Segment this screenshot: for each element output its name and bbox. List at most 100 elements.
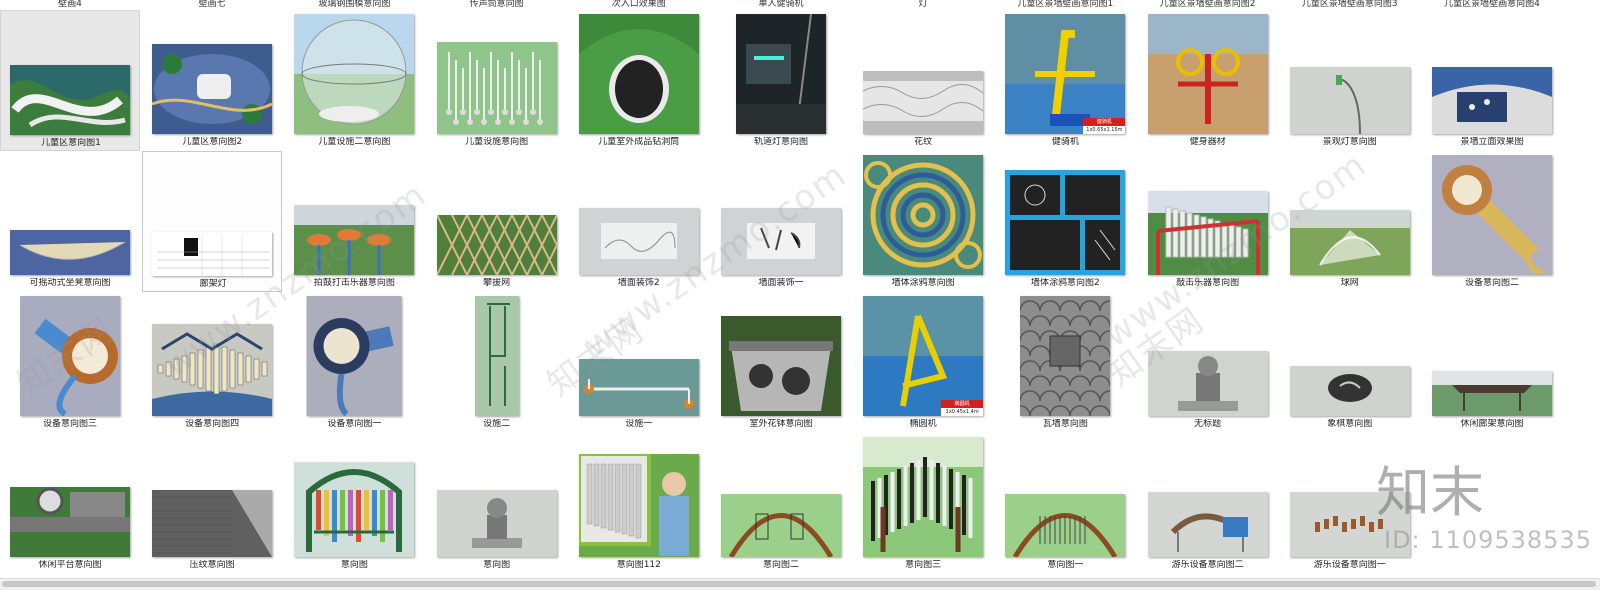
file-thumbnail[interactable]: 健身器材 bbox=[1138, 10, 1278, 151]
file-thumbnail[interactable]: 健骑机 1x0.65x1.15m 健骑机 bbox=[995, 10, 1135, 151]
header-caption: 玻璃钢围模意向图 bbox=[318, 0, 391, 9]
file-thumbnail[interactable]: 儿童区意向图2 bbox=[142, 10, 282, 151]
file-thumbnail[interactable]: 象棋意向图 bbox=[1280, 292, 1420, 433]
header-caption: 壁画4 bbox=[58, 0, 82, 9]
file-thumbnail[interactable]: 墙体涂鸦意向图 bbox=[853, 151, 993, 292]
thumbnail-image bbox=[1289, 210, 1410, 275]
file-thumbnail[interactable]: 儿童设施意向图 bbox=[427, 10, 567, 151]
header-caption: 儿童区景墙壁画意向图2 bbox=[1159, 0, 1256, 9]
thumbnail-image bbox=[1005, 494, 1126, 557]
thumbnail-image bbox=[10, 487, 130, 557]
file-thumbnail[interactable]: 墙面装饰2 bbox=[569, 151, 709, 292]
spec-badge-size: 1x0.45x1.4m bbox=[945, 409, 979, 415]
spec-badge-size: 1x0.65x1.15m bbox=[1086, 127, 1123, 133]
file-thumbnail[interactable]: 休闲平台意向图 bbox=[0, 433, 140, 574]
thumbnail-image bbox=[306, 296, 402, 416]
file-thumbnail[interactable]: 廊架灯 bbox=[142, 151, 283, 292]
file-thumbnail[interactable]: 无标题 bbox=[1138, 292, 1278, 433]
thumbnail-image bbox=[1289, 366, 1410, 416]
scrollbar-thumb[interactable] bbox=[2, 581, 1596, 587]
spec-badge-name: 椭圆机 bbox=[941, 400, 984, 408]
thumbnail-image: 健骑机 1x0.65x1.15m bbox=[1005, 14, 1126, 134]
thumbnail-caption: 墙面装饰一 bbox=[758, 278, 804, 288]
thumbnail-caption: 敲击乐器意向图 bbox=[1176, 278, 1240, 288]
file-thumbnail[interactable]: 设备意向图三 bbox=[0, 292, 140, 433]
thumbnail-caption: 景观灯意向图 bbox=[1322, 137, 1377, 147]
file-thumbnail[interactable]: 轨道灯意向图 bbox=[711, 10, 851, 151]
file-thumbnail[interactable]: 设备意向图四 bbox=[142, 292, 282, 433]
file-thumbnail[interactable]: 景观灯意向图 bbox=[1280, 10, 1420, 151]
thumbnail-image bbox=[20, 296, 120, 416]
thumbnail-caption: 健身器材 bbox=[1189, 137, 1226, 147]
header-caption: 儿童区景墙壁画意向图1 bbox=[1017, 0, 1114, 9]
horizontal-scrollbar[interactable] bbox=[0, 578, 1600, 590]
file-thumbnail[interactable]: 意向图112 bbox=[569, 433, 709, 574]
thumbnail-image bbox=[152, 324, 273, 416]
file-thumbnail[interactable]: 意向图 bbox=[427, 433, 567, 574]
header-caption: 传声筒意向图 bbox=[469, 0, 524, 9]
file-thumbnail[interactable]: 景墙立面效果图 bbox=[1422, 10, 1562, 151]
thumbnail-image bbox=[863, 71, 984, 134]
file-thumbnail[interactable]: 设备意向图二 bbox=[1422, 151, 1562, 292]
file-thumbnail[interactable]: 敲击乐器意向图 bbox=[1138, 151, 1278, 292]
file-thumbnail[interactable]: 游乐设备意向图二 bbox=[1138, 433, 1278, 574]
file-thumbnail[interactable]: 室外花钵意向图 bbox=[711, 292, 851, 433]
thumbnail-caption: 休闲平台意向图 bbox=[38, 560, 102, 570]
file-thumbnail[interactable]: 可摇动式坐凳意向图 bbox=[0, 151, 140, 292]
thumbnail-image bbox=[294, 462, 415, 557]
file-thumbnail[interactable]: 儿童室外成品钻洞筒 bbox=[569, 10, 709, 151]
thumbnail-caption: 意向图 bbox=[483, 560, 511, 570]
thumbnail-caption: 儿童区意向图1 bbox=[41, 138, 101, 148]
thumbnail-caption: 压纹意向图 bbox=[189, 560, 235, 570]
brand-logo: 知末 bbox=[1376, 461, 1484, 524]
file-thumbnail[interactable]: 意向图三 bbox=[853, 433, 993, 574]
file-thumbnail[interactable]: 花纹 bbox=[853, 10, 993, 151]
thumbnail-image bbox=[578, 14, 699, 134]
thumbnail-image bbox=[436, 490, 557, 557]
file-thumbnail[interactable]: 意向图一 bbox=[995, 433, 1135, 574]
file-thumbnail[interactable]: 意向图 bbox=[284, 433, 424, 574]
file-thumbnail[interactable]: 设施二 bbox=[427, 292, 567, 433]
file-thumbnail[interactable]: 意向图二 bbox=[711, 433, 851, 574]
thumbnail-image bbox=[294, 14, 415, 134]
file-thumbnail[interactable]: 攀援网 bbox=[427, 151, 567, 292]
thumbnail-image bbox=[721, 494, 841, 557]
file-thumbnail[interactable]: 设备意向图一 bbox=[284, 292, 424, 433]
header-caption: 儿童区景墙壁画意向图3 bbox=[1301, 0, 1398, 9]
thumbnail-caption: 意向图一 bbox=[1047, 560, 1084, 570]
header-caption: 次入口效果图 bbox=[611, 0, 666, 9]
thumbnail-image bbox=[152, 490, 273, 557]
thumbnail-image bbox=[1147, 351, 1268, 416]
thumbnail-caption: 室外花钵意向图 bbox=[749, 419, 813, 429]
file-thumbnail[interactable]: 墙体涂鸦意向图2 bbox=[995, 151, 1135, 292]
thumbnail-caption: 儿童室外成品钻洞筒 bbox=[598, 137, 680, 147]
thumbnail-caption: 椭圆机 bbox=[909, 419, 937, 429]
file-thumbnail[interactable]: 压纹意向图 bbox=[142, 433, 282, 574]
file-thumbnail[interactable]: 墙面装饰一 bbox=[711, 151, 851, 292]
file-thumbnail[interactable]: 椭圆机 1x0.45x1.4m 椭圆机 bbox=[853, 292, 993, 433]
spec-badge: 椭圆机 1x0.45x1.4m bbox=[941, 400, 984, 416]
thumbnail-image bbox=[1147, 492, 1268, 557]
thumbnail-caption: 无标题 bbox=[1194, 419, 1222, 429]
thumbnail-caption: 设备意向图一 bbox=[327, 419, 382, 429]
thumbnail-caption: 象棋意向图 bbox=[1327, 419, 1373, 429]
thumbnail-caption: 意向图 bbox=[340, 560, 368, 570]
thumbnail-caption: 游乐设备意向图二 bbox=[1171, 560, 1244, 570]
thumbnail-image bbox=[10, 230, 130, 275]
thumbnail-image bbox=[1432, 155, 1552, 275]
file-thumbnail[interactable]: 儿童设施二意向图 bbox=[284, 10, 424, 151]
thumbnail-image bbox=[721, 208, 841, 275]
thumbnail-caption: 儿童设施二意向图 bbox=[318, 137, 391, 147]
file-thumbnail[interactable]: 儿童区意向图1 bbox=[0, 10, 140, 151]
thumbnail-caption: 拍鼓打击乐器意向图 bbox=[313, 278, 395, 288]
file-thumbnail[interactable]: 拍鼓打击乐器意向图 bbox=[284, 151, 424, 292]
thumbnail-image bbox=[736, 14, 826, 134]
file-thumbnail[interactable]: 球网 bbox=[1280, 151, 1420, 292]
thumbnail-caption: 瓦墙意向图 bbox=[1042, 419, 1088, 429]
thumbnail-caption: 设施二 bbox=[483, 419, 511, 429]
thumbnail-caption: 墙面装饰2 bbox=[617, 278, 660, 288]
file-thumbnail[interactable]: 瓦墙意向图 bbox=[995, 292, 1135, 433]
file-thumbnail[interactable]: 休闲廊架意向图 bbox=[1422, 292, 1562, 433]
thumbnail-caption: 儿童区意向图2 bbox=[182, 137, 243, 147]
file-thumbnail[interactable]: 设施一 bbox=[569, 292, 709, 433]
